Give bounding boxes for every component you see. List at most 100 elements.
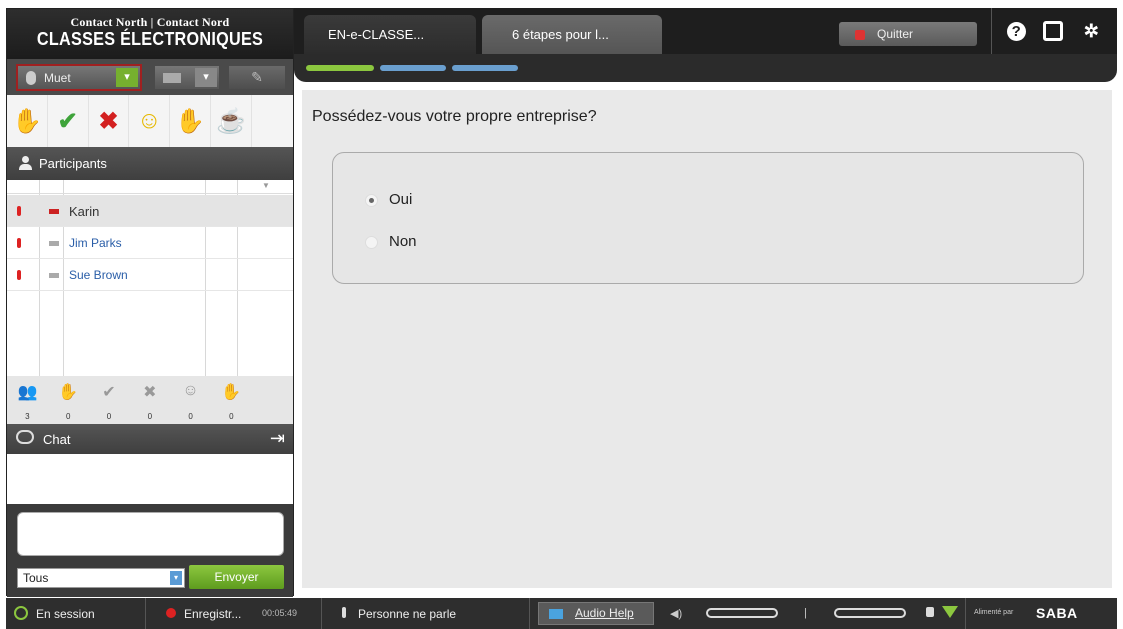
smile-count-icon: ☺ bbox=[182, 382, 199, 399]
pen-icon: ✎ bbox=[251, 69, 263, 85]
recording-time: 00:05:49 bbox=[262, 608, 298, 618]
power-icon bbox=[14, 606, 28, 620]
option-label: Oui bbox=[389, 191, 413, 208]
participant-mic-icon bbox=[17, 238, 21, 248]
chat-input[interactable] bbox=[17, 512, 284, 556]
applause-count: ✋ 0 bbox=[211, 376, 252, 424]
quit-button[interactable]: Quitter bbox=[839, 22, 977, 46]
microphone-icon bbox=[26, 71, 36, 85]
check-count: ✔ 0 bbox=[89, 376, 130, 424]
participants-list-header: ▼ bbox=[7, 180, 293, 194]
participants-title: Participants bbox=[39, 156, 107, 171]
audience-select[interactable]: Tous ▾ bbox=[17, 568, 185, 588]
brand-title: CLASSES ÉLECTRONIQUES bbox=[36, 29, 264, 49]
layout-icon[interactable] bbox=[1042, 21, 1063, 41]
vendor-logo: Alimenté par SABA bbox=[966, 598, 1117, 629]
recording-status[interactable]: Enregistr... 00:05:49 bbox=[146, 598, 322, 629]
raise-hand-count-icon: ✋ bbox=[58, 384, 79, 401]
content-area: Possédez-vous votre propre entreprise? O… bbox=[302, 90, 1112, 588]
count-value: 0 bbox=[188, 412, 193, 421]
answer-options: Oui Non bbox=[332, 152, 1084, 284]
emote-toolbar: ✋ ✔ ✖ ☺ ✋ ☕ bbox=[7, 95, 293, 147]
participants-count-icon: 👥 bbox=[17, 384, 38, 401]
cross-count-icon: ✖ bbox=[143, 384, 157, 401]
media-controls: Muet ▾ ▾ ✎ bbox=[7, 59, 293, 95]
away-icon[interactable]: ☕ bbox=[211, 95, 252, 147]
saba-logo: SABA bbox=[1036, 605, 1078, 621]
smile-icon[interactable]: ☺ bbox=[129, 95, 171, 147]
brand-subtitle: Contact North | Contact Nord bbox=[70, 15, 230, 29]
record-icon bbox=[166, 608, 176, 618]
cross-icon[interactable]: ✖ bbox=[89, 95, 130, 147]
user-icon bbox=[19, 156, 32, 170]
gear-icon[interactable]: ✲ bbox=[1080, 20, 1102, 42]
app-window: Contact North | Contact Nord CLASSES ÉLE… bbox=[0, 0, 1123, 629]
cross-count: ✖ 0 bbox=[129, 376, 170, 424]
participants-header: Participants bbox=[7, 147, 293, 180]
quit-label: Quitter bbox=[877, 27, 914, 41]
applause-count-icon: ✋ bbox=[221, 384, 242, 401]
check-icon[interactable]: ✔ bbox=[48, 95, 89, 147]
audio-help-button[interactable]: Audio Help bbox=[538, 602, 654, 625]
chevron-down-icon[interactable]: ▾ bbox=[170, 571, 182, 585]
status-counts-bar: 👥 3 ✋ 0 ✔ 0 ✖ 0 ☺ 0 ✋ 0 bbox=[7, 376, 293, 424]
status-bar: En session Enregistr... 00:05:49 Personn… bbox=[6, 598, 1117, 629]
session-status[interactable]: En session bbox=[6, 598, 146, 629]
chat-icon bbox=[16, 430, 34, 444]
participant-row[interactable]: Karin bbox=[7, 195, 293, 227]
chat-header: Chat ⇥ bbox=[7, 424, 293, 454]
count-value: 0 bbox=[147, 412, 153, 421]
progress-step-3 bbox=[452, 65, 518, 71]
top-bar: EN-e-CLASSE... 6 étapes pour l... Quitte… bbox=[294, 8, 1117, 54]
radio-button[interactable] bbox=[365, 236, 378, 249]
check-count-icon: ✔ bbox=[102, 384, 116, 401]
participants-list: ▼ Karin Jim Parks Sue Brown bbox=[7, 180, 293, 376]
progress-step-2 bbox=[380, 65, 446, 71]
count-value: 0 bbox=[229, 412, 234, 421]
count-value: 0 bbox=[65, 412, 71, 421]
recording-label: Enregistr... bbox=[184, 607, 242, 621]
participant-name: Sue Brown bbox=[69, 268, 128, 282]
brand-header: Contact North | Contact Nord CLASSES ÉLE… bbox=[7, 9, 293, 59]
powered-by-label: Alimenté par bbox=[974, 609, 1014, 616]
poll-question: Possédez-vous votre propre entreprise? bbox=[312, 108, 597, 125]
audio-help-section: Audio Help bbox=[532, 598, 654, 629]
camera-button[interactable]: ▾ bbox=[155, 66, 219, 89]
help-icon[interactable]: ? bbox=[1006, 21, 1026, 41]
mute-button[interactable]: Muet ▾ bbox=[16, 64, 142, 91]
left-panel: Contact North | Contact Nord CLASSES ÉLE… bbox=[6, 8, 294, 597]
participant-camera-icon bbox=[49, 241, 59, 246]
participant-camera-icon bbox=[49, 209, 59, 214]
participant-mic-icon bbox=[17, 270, 21, 280]
count-value: 3 bbox=[25, 412, 30, 421]
participant-row[interactable]: Sue Brown bbox=[7, 259, 293, 291]
volume-icon: ◀) bbox=[670, 608, 683, 620]
tab-en-e-classe[interactable]: EN-e-CLASSE... bbox=[304, 15, 476, 54]
chat-messages bbox=[7, 454, 293, 504]
mic-level-icon: | bbox=[804, 607, 807, 619]
popout-icon[interactable]: ⇥ bbox=[270, 428, 285, 449]
camera-dropdown-icon[interactable]: ▾ bbox=[195, 68, 217, 87]
talking-label: Personne ne parle bbox=[358, 607, 457, 621]
audio-help-label: Audio Help bbox=[575, 606, 634, 620]
smile-count: ☺ 0 bbox=[170, 376, 211, 424]
tab-6-etapes[interactable]: 6 étapes pour l... bbox=[482, 15, 662, 54]
count-value: 0 bbox=[106, 412, 112, 421]
mic-dropdown-icon[interactable]: ▾ bbox=[116, 68, 138, 87]
participant-row[interactable]: Jim Parks bbox=[7, 227, 293, 259]
progress-step-1 bbox=[306, 65, 374, 71]
applause-icon[interactable]: ✋ bbox=[170, 95, 211, 147]
sort-icon[interactable]: ▼ bbox=[262, 181, 270, 190]
send-button[interactable]: Envoyer bbox=[189, 565, 284, 589]
participant-camera-icon bbox=[49, 273, 59, 278]
radio-button[interactable] bbox=[365, 194, 378, 207]
speaker-icon bbox=[549, 609, 563, 619]
speaker-level-slider[interactable] bbox=[706, 608, 778, 618]
raise-hand-icon[interactable]: ✋ bbox=[7, 95, 48, 147]
audience-value: Tous bbox=[23, 571, 49, 585]
session-label: En session bbox=[36, 607, 95, 621]
exit-icon bbox=[855, 30, 865, 40]
mic-level-slider[interactable] bbox=[834, 608, 906, 618]
pen-button[interactable]: ✎ bbox=[229, 66, 285, 89]
chat-compose: Tous ▾ Envoyer bbox=[7, 504, 293, 597]
